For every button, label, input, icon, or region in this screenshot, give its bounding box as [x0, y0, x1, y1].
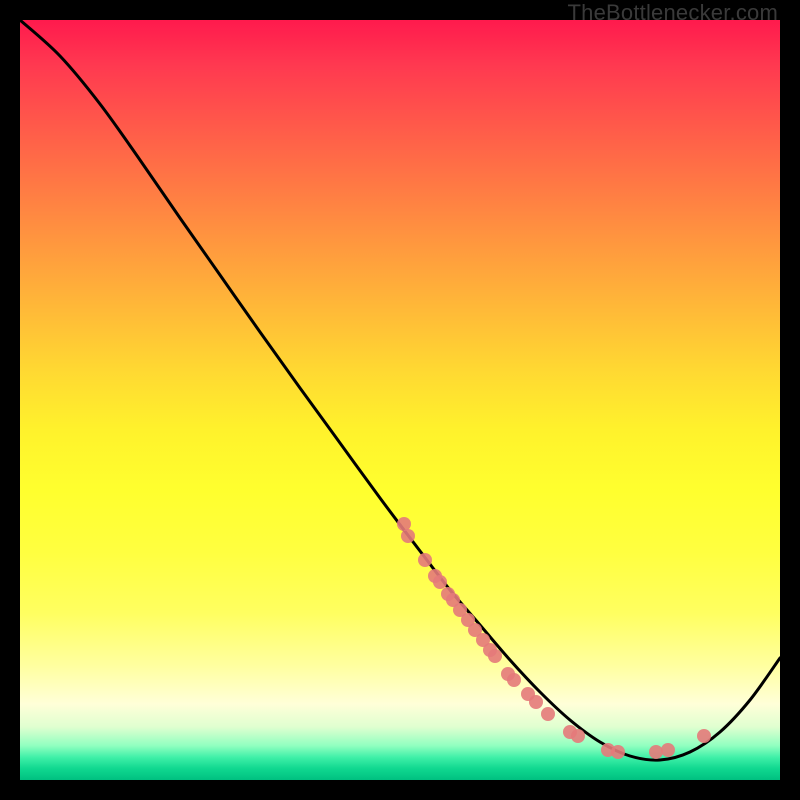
plot-area — [20, 20, 780, 780]
scatter-point — [697, 729, 711, 743]
scatter-point — [397, 517, 411, 531]
scatter-point — [529, 695, 543, 709]
scatter-point — [661, 743, 675, 757]
scatter-markers — [397, 517, 711, 759]
scatter-point — [488, 649, 502, 663]
scatter-point — [649, 745, 663, 759]
scatter-point — [418, 553, 432, 567]
scatter-point — [541, 707, 555, 721]
watermark-label: TheBottlenecker.com — [568, 0, 778, 26]
scatter-point — [507, 673, 521, 687]
chart-svg — [20, 20, 780, 780]
scatter-point — [571, 729, 585, 743]
chart-frame: TheBottlenecker.com — [0, 0, 800, 800]
scatter-point — [433, 575, 447, 589]
curve-line — [20, 20, 780, 760]
scatter-point — [401, 529, 415, 543]
scatter-point — [611, 745, 625, 759]
